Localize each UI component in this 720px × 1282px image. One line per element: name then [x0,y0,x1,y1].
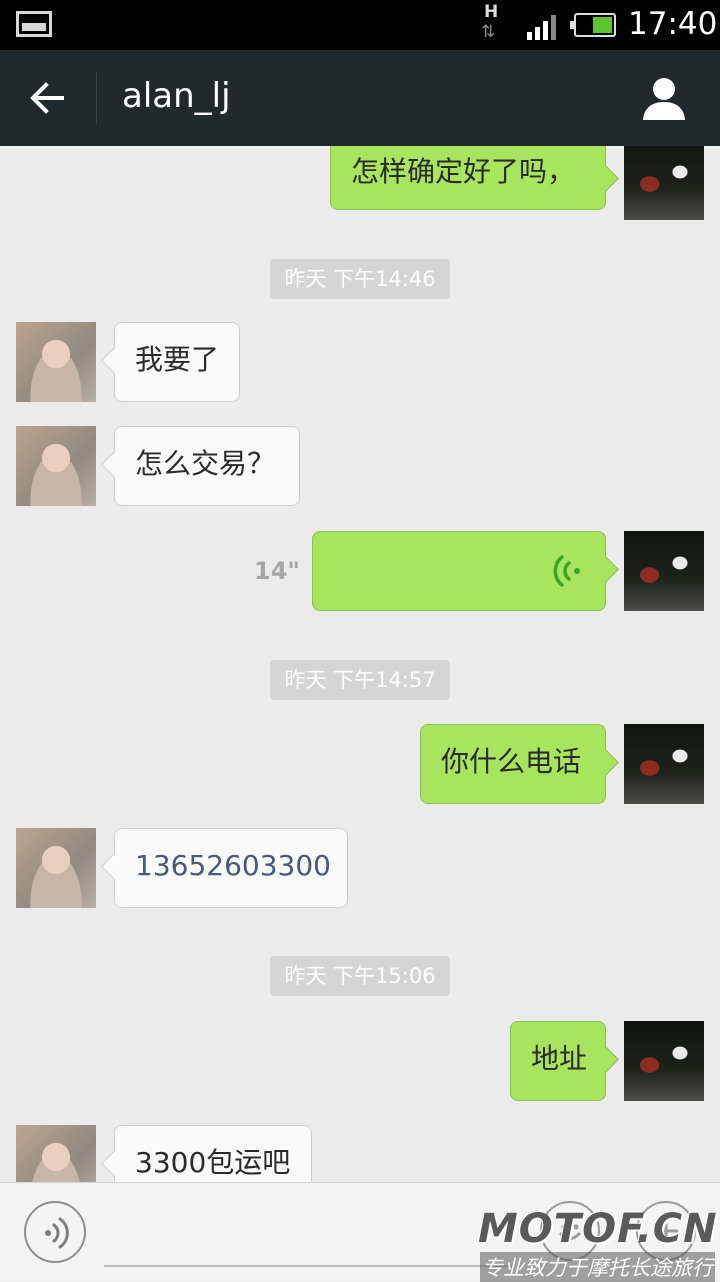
chat-title: alan_lj [122,76,231,116]
watermark-subtitle: 专业致力于摩托长途旅行 [480,1252,715,1282]
outgoing-message-bubble[interactable]: 你什么电话 [420,724,606,804]
timestamp: 昨天 下午15:06 [270,956,450,996]
header-divider [96,72,97,124]
data-transfer-icon: ⇅ [481,22,495,42]
person-icon [643,78,685,120]
signal-strength-icon [527,15,556,40]
network-type-label: H [484,2,499,22]
incoming-message-bubble[interactable]: 我要了 [114,322,240,402]
message-row: 你什么电话 [0,724,720,806]
message-text: 地址 [531,1042,588,1075]
message-row: 3300包运吧 [0,1125,720,1182]
contact-avatar[interactable] [16,1125,96,1182]
incoming-message-bubble[interactable]: 13652603300 [114,828,348,908]
message-row: 我要了 [0,322,720,404]
incoming-message-bubble[interactable]: 怎么交易？ [114,426,300,506]
my-avatar[interactable] [624,146,704,220]
watermark: MOTOF.CN 专业致力于摩托长途旅行 [478,1206,720,1282]
status-bar: H ⇅ 17:40 [0,0,720,50]
arrow-left-icon [30,82,64,114]
message-row: 14" [0,531,720,613]
chat-header: alan_lj [0,50,720,146]
voice-duration: 14" [254,557,300,585]
battery-icon [570,13,616,37]
voice-input-toggle[interactable] [24,1201,86,1263]
message-row: 怎么交易？ [0,426,720,508]
my-avatar[interactable] [624,1021,704,1101]
contact-avatar[interactable] [16,322,96,402]
profile-button[interactable] [636,74,692,124]
message-text: 怎么交易？ [135,447,276,480]
voice-message-bubble[interactable] [312,531,606,611]
message-text: 你什么电话 [441,745,582,778]
battery-level [593,17,612,33]
contact-avatar[interactable] [16,828,96,908]
timestamp: 昨天 下午14:57 [270,660,450,700]
contact-avatar[interactable] [16,426,96,506]
chat-message-list[interactable]: 怎样确定好了吗， 昨天 下午14:46 我要了 怎么交易？ 14" 昨天 下午1… [0,146,720,1182]
message-text-field[interactable] [104,1207,514,1267]
message-text: 3300包运吧 [135,1146,291,1179]
watermark-title: MOTOF.CN [478,1206,718,1252]
message-row: 13652603300 [0,828,720,910]
my-avatar[interactable] [624,724,704,804]
voice-icon [45,1217,69,1249]
message-text: 怎样确定好了吗， [351,155,576,188]
incoming-message-bubble[interactable]: 3300包运吧 [114,1125,312,1182]
outgoing-message-bubble[interactable]: 地址 [510,1021,606,1101]
clock: 17:40 [628,6,718,42]
timestamp: 昨天 下午14:46 [270,259,450,299]
message-row: 地址 [0,1021,720,1103]
gallery-notification-icon [16,11,52,37]
outgoing-message-bubble[interactable]: 怎样确定好了吗， [330,146,606,210]
phone-number-link[interactable]: 13652603300 [135,849,331,882]
my-avatar[interactable] [624,531,704,611]
back-button[interactable] [18,74,78,122]
message-row: 怎样确定好了吗， [0,146,720,220]
voice-wave-icon [553,555,580,587]
message-text: 我要了 [135,343,220,376]
